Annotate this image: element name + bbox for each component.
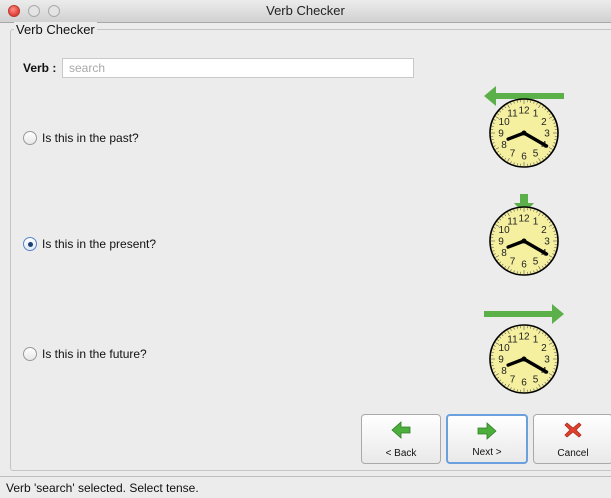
next-button-label: Next > bbox=[472, 447, 501, 458]
green-left-arrow-icon bbox=[391, 421, 411, 439]
group-title: Verb Checker bbox=[14, 22, 97, 37]
clock-numeral: 11 bbox=[507, 109, 518, 120]
future-clock-icon: 121234567891011 bbox=[478, 302, 570, 400]
clock-numeral: 2 bbox=[541, 225, 547, 236]
clock-numeral: 12 bbox=[518, 332, 530, 343]
past-label: Is this in the past? bbox=[42, 131, 139, 145]
clock-numeral: 6 bbox=[521, 152, 527, 163]
present-clock-icon: 121234567891011 bbox=[478, 192, 570, 282]
clock-numeral: 11 bbox=[507, 217, 518, 228]
clock-numeral: 5 bbox=[533, 148, 539, 159]
present-radio[interactable] bbox=[23, 237, 37, 251]
clock-numeral: 12 bbox=[518, 214, 530, 225]
clock-numeral: 9 bbox=[498, 129, 504, 140]
clock-numeral: 7 bbox=[510, 374, 516, 385]
verb-label: Verb : bbox=[23, 61, 56, 75]
clock-numeral: 6 bbox=[521, 378, 527, 389]
clock-numeral: 7 bbox=[510, 148, 516, 159]
clock-numeral: 8 bbox=[501, 140, 507, 151]
title-bar: Verb Checker bbox=[0, 0, 611, 23]
clock-numeral: 2 bbox=[541, 343, 547, 354]
past-radio[interactable] bbox=[23, 131, 37, 145]
clock-numeral: 2 bbox=[541, 117, 547, 128]
clock-numeral: 3 bbox=[544, 237, 550, 248]
next-button[interactable]: Next > bbox=[446, 414, 528, 464]
clock-numeral: 12 bbox=[518, 106, 530, 117]
clock-numeral: 8 bbox=[501, 366, 507, 377]
cancel-button[interactable]: Cancel bbox=[533, 414, 611, 464]
verb-input[interactable] bbox=[62, 58, 414, 78]
green-right-arrow-icon bbox=[477, 422, 497, 440]
present-label: Is this in the present? bbox=[42, 237, 156, 251]
status-bar: Verb 'search' selected. Select tense. bbox=[0, 476, 611, 498]
window-title: Verb Checker bbox=[0, 3, 611, 18]
back-button-label: < Back bbox=[386, 448, 417, 459]
cancel-button-label: Cancel bbox=[557, 448, 588, 459]
option-past[interactable]: Is this in the past? bbox=[23, 129, 139, 147]
right-arrow-icon bbox=[484, 304, 564, 324]
clock-numeral: 11 bbox=[507, 335, 518, 346]
back-button[interactable]: < Back bbox=[361, 414, 441, 464]
clock-numeral: 5 bbox=[533, 256, 539, 267]
clock-numeral: 1 bbox=[533, 109, 539, 120]
clock-numeral: 5 bbox=[533, 374, 539, 385]
clock-numeral: 7 bbox=[510, 256, 516, 267]
clock-numeral: 8 bbox=[501, 248, 507, 259]
clock-numeral: 1 bbox=[533, 217, 539, 228]
future-radio[interactable] bbox=[23, 347, 37, 361]
status-text: Verb 'search' selected. Select tense. bbox=[6, 481, 199, 495]
clock-numeral: 9 bbox=[498, 237, 504, 248]
future-label: Is this in the future? bbox=[42, 347, 147, 361]
clock-numeral: 6 bbox=[521, 260, 527, 271]
clock-numeral: 1 bbox=[533, 335, 539, 346]
past-clock-icon: 121234567891011 bbox=[478, 84, 570, 174]
red-x-icon bbox=[563, 421, 583, 439]
option-future[interactable]: Is this in the future? bbox=[23, 345, 147, 363]
clock-numeral: 3 bbox=[544, 129, 550, 140]
clock-numeral: 9 bbox=[498, 355, 504, 366]
clock-numeral: 3 bbox=[544, 355, 550, 366]
option-present[interactable]: Is this in the present? bbox=[23, 235, 156, 253]
